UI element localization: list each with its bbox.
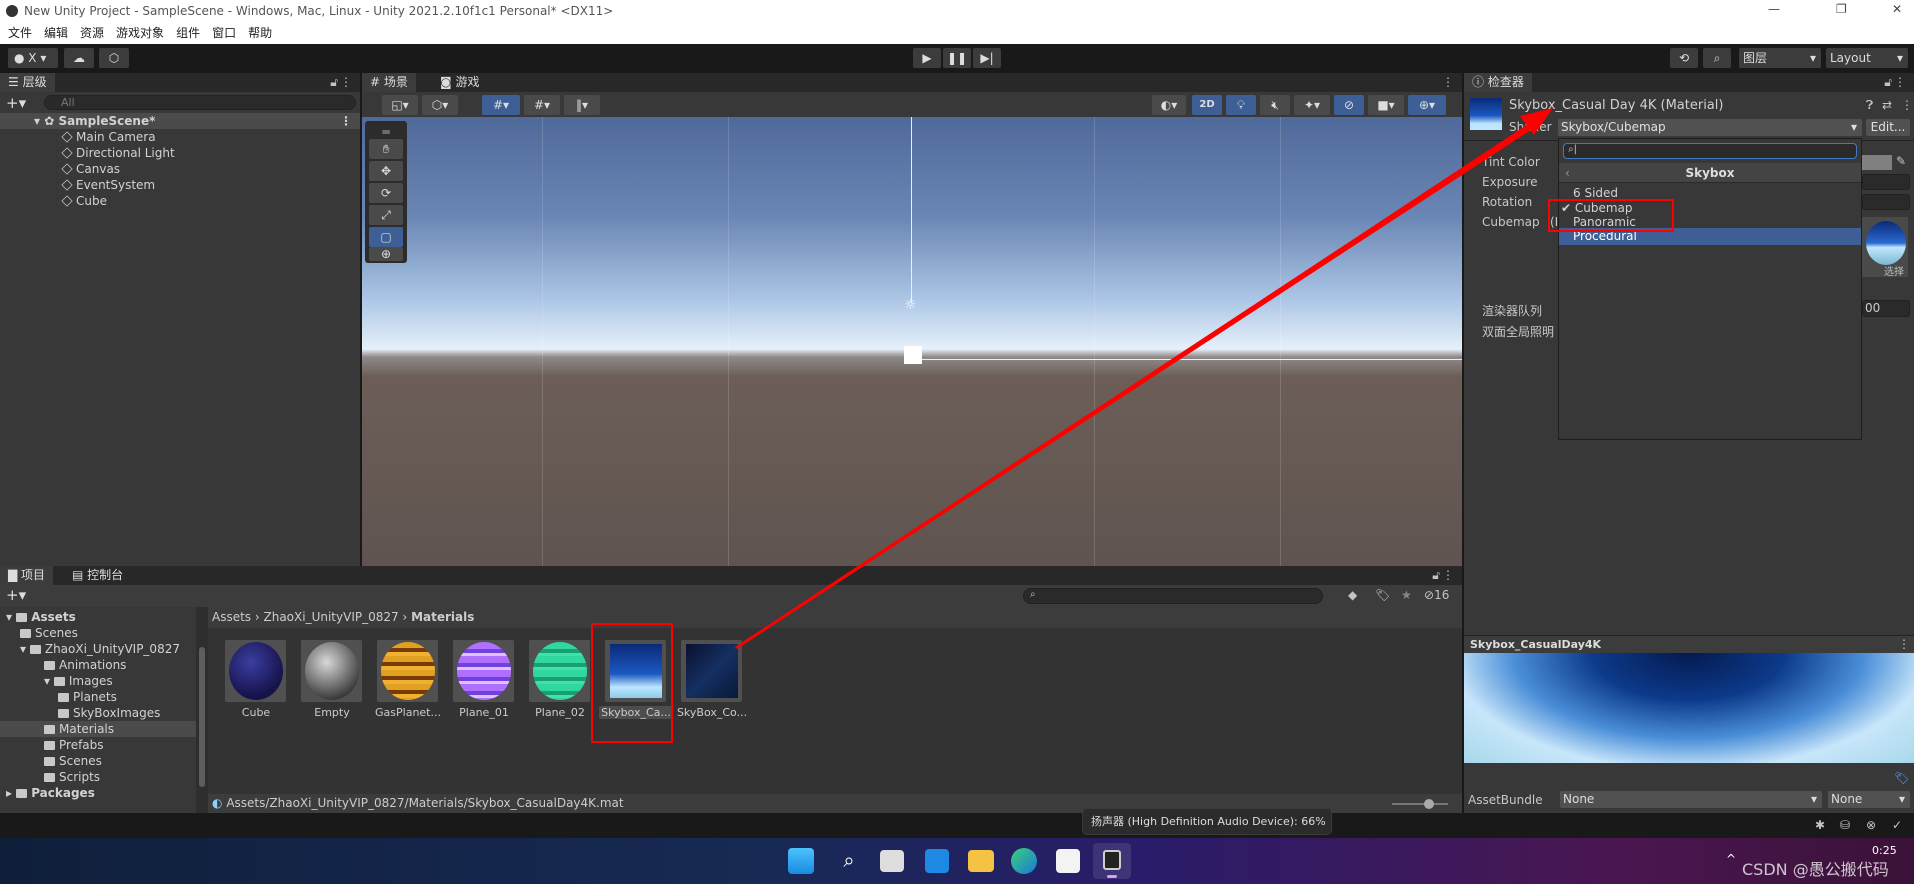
annotation-arrow	[735, 108, 1553, 649]
arrow-shaft	[735, 124, 1531, 649]
